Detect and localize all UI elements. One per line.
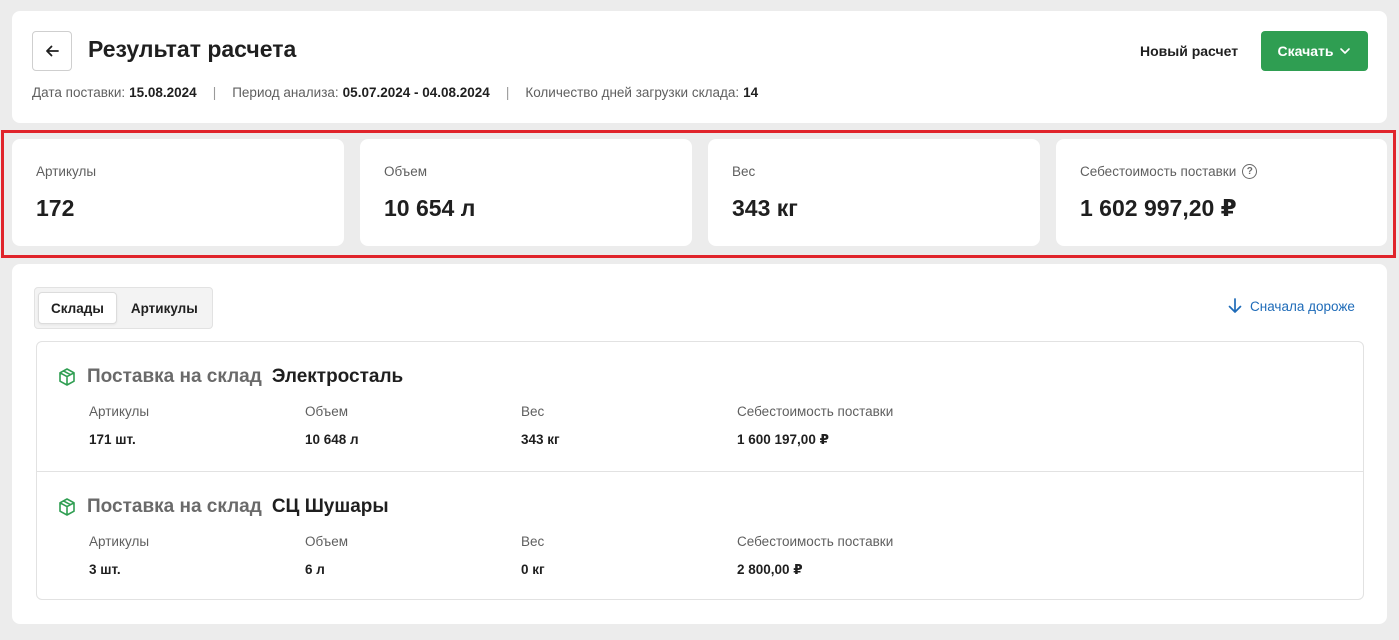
analysis-period-value: 05.07.2024 - 04.08.2024	[342, 85, 490, 100]
column-label: Себестоимость поставки	[737, 534, 894, 549]
column-value: 10 648 л	[305, 432, 359, 447]
column-label: Объем	[305, 534, 349, 549]
help-icon[interactable]: ?	[1242, 164, 1258, 179]
warehouse-name: СЦ Шушары	[271, 496, 389, 517]
column-label: Артикулы	[89, 404, 150, 419]
column-label: Артикулы	[89, 534, 150, 549]
column-value: 2 800,00 ₽	[737, 562, 803, 577]
tab-articles[interactable]: Артикулы	[119, 292, 210, 324]
back-button[interactable]	[32, 31, 72, 71]
column-label: Объем	[305, 404, 349, 419]
delivery-date-value: 15.08.2024	[129, 85, 197, 100]
warehouse-volume: Объем 6 л	[305, 534, 348, 577]
warehouse-row[interactable]: Поставка на склад Электросталь Артикулы …	[37, 342, 1363, 471]
tab-warehouses[interactable]: Склады	[38, 292, 117, 324]
delivery-date-label: Дата поставки:	[32, 85, 126, 100]
warehouse-prefix: Поставка на склад	[87, 496, 262, 517]
view-tabs: Склады Артикулы	[34, 287, 213, 329]
stat-value: 10 654 л	[384, 195, 476, 221]
download-button[interactable]: Скачать	[1261, 31, 1368, 71]
warehouse-title: Поставка на склад СЦ Шушары	[57, 496, 389, 518]
column-label: Вес	[521, 534, 545, 549]
column-value: 1 600 197,00 ₽	[737, 432, 829, 447]
warehouse-load-days-value: 14	[743, 85, 759, 100]
column-label: Вес	[521, 404, 545, 419]
column-value: 343 кг	[521, 432, 560, 447]
stat-value: 172	[36, 195, 75, 221]
sort-label: Сначала дороже	[1250, 298, 1355, 314]
meta-separator: |	[212, 85, 217, 100]
warehouse-weight: Вес 343 кг	[521, 404, 560, 447]
page-title: Результат расчета	[88, 36, 297, 62]
analysis-period-label: Период анализа:	[232, 85, 339, 100]
warehouse-title: Поставка на склад Электросталь	[57, 366, 403, 388]
stat-card-volume: Объем 10 654 л	[360, 139, 692, 246]
warehouse-prefix: Поставка на склад	[87, 366, 262, 387]
warehouse-cost: Себестоимость поставки 2 800,00 ₽	[737, 534, 893, 578]
stat-value: 343 кг	[732, 195, 798, 221]
warehouse-cost: Себестоимость поставки 1 600 197,00 ₽	[737, 404, 893, 448]
stat-label: Объем	[384, 164, 428, 179]
warehouse-weight: Вес 0 кг	[521, 534, 545, 577]
stat-value: 1 602 997,20 ₽	[1080, 195, 1237, 221]
meta-separator: |	[505, 85, 510, 100]
column-value: 0 кг	[521, 562, 545, 577]
calculation-meta: Дата поставки: 15.08.2024 | Период анали…	[32, 85, 758, 100]
column-label: Себестоимость поставки	[737, 404, 894, 419]
warehouses-card: Склады Артикулы Сначала дороже Поставка …	[12, 264, 1387, 624]
stat-label-with-help: Себестоимость поставки ?	[1080, 164, 1258, 179]
column-value: 6 л	[305, 562, 325, 577]
column-value: 171 шт.	[89, 432, 136, 447]
stat-card-articles: Артикулы 172	[12, 139, 344, 246]
arrow-down-icon	[1228, 298, 1242, 313]
package-icon	[59, 368, 75, 386]
stat-card-cost: Себестоимость поставки ? 1 602 997,20 ₽	[1056, 139, 1387, 246]
stat-label: Артикулы	[36, 164, 97, 179]
sort-expensive-first[interactable]: Сначала дороже	[1228, 298, 1355, 314]
warehouse-name: Электросталь	[271, 366, 404, 387]
column-value: 3 шт.	[89, 562, 121, 577]
warehouse-volume: Объем 10 648 л	[305, 404, 359, 447]
warehouse-articles: Артикулы 171 шт.	[89, 404, 149, 447]
stat-label: Себестоимость поставки	[1080, 164, 1237, 179]
chevron-down-icon	[1340, 48, 1351, 54]
stat-label: Вес	[732, 164, 756, 179]
arrow-left-icon	[46, 45, 59, 57]
warehouse-row[interactable]: Поставка на склад СЦ Шушары Артикулы 3 ш…	[37, 471, 1363, 600]
header-card: Результат расчета Новый расчет Скачать Д…	[12, 11, 1387, 123]
package-icon	[59, 498, 75, 516]
warehouse-articles: Артикулы 3 шт.	[89, 534, 149, 577]
warehouse-list: Поставка на склад Электросталь Артикулы …	[36, 341, 1364, 600]
stat-card-weight: Вес 343 кг	[708, 139, 1040, 246]
warehouse-load-days-label: Количество дней загрузки склада:	[525, 85, 740, 100]
new-calculation-button[interactable]: Новый расчет	[1128, 31, 1250, 71]
download-button-label: Скачать	[1277, 43, 1334, 59]
